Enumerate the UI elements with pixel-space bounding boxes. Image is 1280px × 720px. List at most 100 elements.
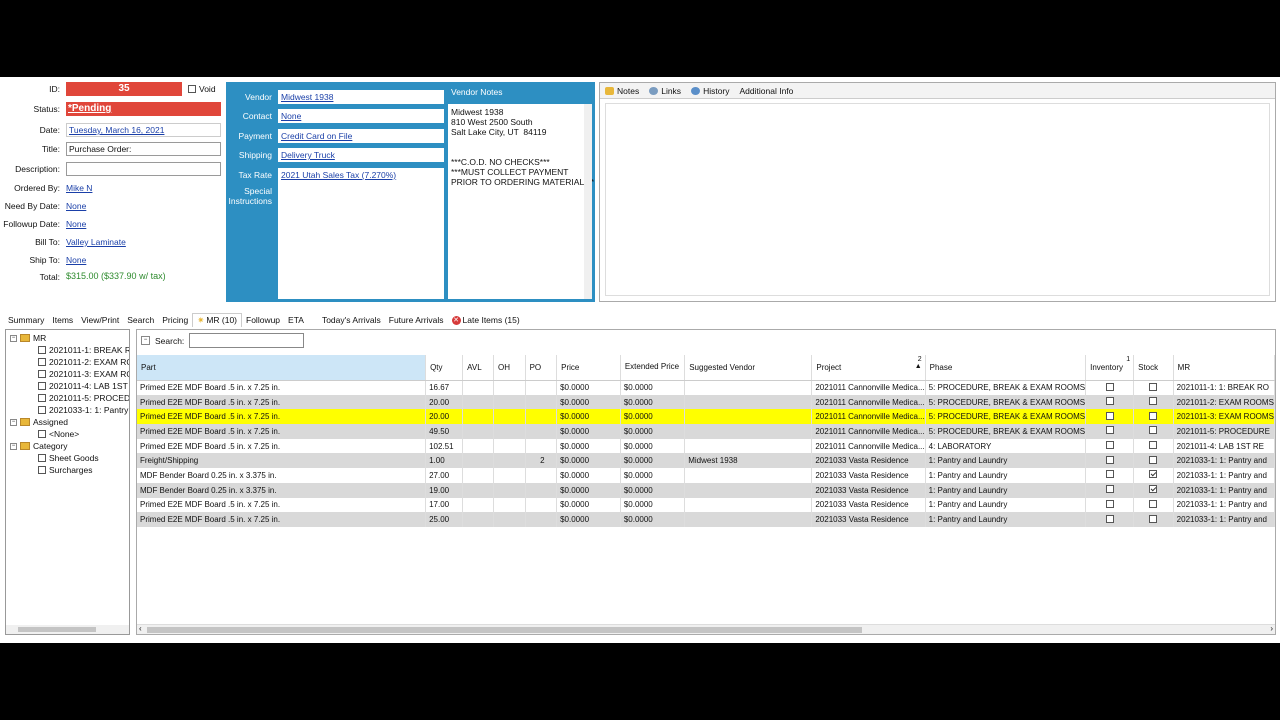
collapse-icon[interactable]: −	[10, 334, 17, 342]
cell-mr[interactable]: 2021011-5: PROCEDURE	[1173, 424, 1275, 439]
column-header-qty[interactable]: Qty	[425, 355, 464, 381]
stock-checkbox[interactable]	[1149, 411, 1158, 420]
column-header-po[interactable]: PO	[525, 355, 558, 381]
search-input[interactable]	[189, 333, 305, 348]
inventory-checkbox[interactable]	[1105, 470, 1114, 479]
collapse-icon[interactable]: −	[141, 336, 150, 345]
cell-mr[interactable]: 2021011-2: EXAM ROOMS	[1173, 394, 1275, 410]
tax-rate-link[interactable]: 2021 Utah Sales Tax (7.270%)	[281, 170, 396, 180]
cell-mr[interactable]: 2021011-3: EXAM ROOMS	[1173, 409, 1275, 425]
tab-view-print[interactable]: View/Print	[77, 313, 123, 327]
cell-project[interactable]: 2021011 Cannonville Medica...	[811, 394, 926, 410]
cell-phase[interactable]: 1: Pantry and Laundry	[925, 497, 1087, 513]
cell-extended-price[interactable]: $0.0000	[620, 453, 686, 469]
cell-extended-price[interactable]: $0.0000	[620, 394, 686, 410]
payment-link[interactable]: Credit Card on File	[281, 131, 352, 141]
table-row[interactable]: Primed E2E MDF Board .5 in. x 7.25 in. 16…	[137, 380, 1275, 395]
cell-avl[interactable]	[462, 394, 495, 410]
column-header-price[interactable]: Price	[556, 355, 621, 381]
cell-po[interactable]	[525, 512, 558, 527]
payment-field[interactable]: Credit Card on File	[278, 129, 444, 143]
need-by-link[interactable]: None	[66, 201, 86, 211]
stock-checkbox[interactable]	[1149, 514, 1158, 523]
cell-project[interactable]: 2021011 Cannonville Medica...	[811, 409, 926, 425]
cell-part[interactable]: Primed E2E MDF Board .5 in. x 7.25 in.	[137, 394, 427, 410]
tree-item-checkbox[interactable]	[38, 358, 46, 366]
stock-checkbox[interactable]	[1149, 470, 1158, 479]
notes-text-area[interactable]	[605, 103, 1270, 296]
vendor-notes-scrollbar[interactable]	[584, 104, 592, 299]
tab-history[interactable]: History	[691, 86, 730, 96]
inventory-checkbox[interactable]	[1105, 514, 1114, 523]
cell-po[interactable]	[525, 482, 558, 498]
cell-extended-price[interactable]: $0.0000	[620, 482, 686, 498]
cell-oh[interactable]	[493, 409, 526, 425]
cell-mr[interactable]: 2021011-4: LAB 1ST RE	[1173, 438, 1275, 454]
tab-summary[interactable]: Summary	[4, 313, 48, 327]
cell-qty[interactable]: 20.00	[425, 409, 464, 425]
table-row[interactable]: Primed E2E MDF Board .5 in. x 7.25 in. 25…	[137, 512, 1275, 527]
cell-mr[interactable]: 2021033-1: 1: Pantry and	[1173, 453, 1275, 469]
cell-qty[interactable]: 20.00	[425, 394, 464, 410]
description-field[interactable]	[66, 162, 221, 176]
cell-extended-price[interactable]: $0.0000	[620, 438, 686, 454]
inventory-checkbox[interactable]	[1105, 441, 1114, 450]
stock-checkbox[interactable]	[1149, 499, 1158, 508]
tree-item[interactable]: Surcharges	[38, 465, 92, 475]
shipping-field[interactable]: Delivery Truck	[278, 148, 444, 162]
tab-followup[interactable]: Followup	[242, 313, 284, 327]
inventory-checkbox[interactable]	[1105, 382, 1114, 391]
table-row[interactable]: MDF Bender Board 0.25 in. x 3.375 in. 27.…	[137, 468, 1275, 483]
cell-project[interactable]: 2021011 Cannonville Medica...	[811, 424, 926, 439]
table-row[interactable]: Primed E2E MDF Board .5 in. x 7.25 in. 20…	[137, 394, 1275, 410]
cell-phase[interactable]: 1: Pantry and Laundry	[925, 468, 1087, 483]
column-header-avl[interactable]: AVL	[462, 355, 495, 381]
ordered-by-link[interactable]: Mike N	[66, 183, 92, 193]
cell-po[interactable]	[525, 394, 558, 410]
cell-suggested-vendor[interactable]	[684, 409, 813, 425]
column-header-extended-price[interactable]: Extended Price	[620, 355, 686, 381]
contact-link[interactable]: None	[281, 111, 301, 121]
tree-item-checkbox[interactable]	[38, 430, 46, 438]
tab-pricing[interactable]: Pricing	[158, 313, 192, 327]
table-row[interactable]: Primed E2E MDF Board .5 in. x 7.25 in. 20…	[137, 409, 1275, 425]
cell-project[interactable]: 2021033 Vasta Residence	[811, 497, 926, 513]
column-header-part[interactable]: Part	[137, 355, 427, 381]
inventory-checkbox[interactable]	[1105, 455, 1114, 464]
cell-phase[interactable]: 5: PROCEDURE, BREAK & EXAM ROOMS	[925, 394, 1087, 410]
column-header-mr[interactable]: MR	[1173, 355, 1275, 381]
cell-suggested-vendor[interactable]: Midwest 1938	[684, 453, 813, 469]
scroll-left-icon[interactable]: ‹	[139, 624, 142, 633]
cell-part[interactable]: Primed E2E MDF Board .5 in. x 7.25 in.	[137, 409, 427, 425]
cell-qty[interactable]: 49.50	[425, 424, 464, 439]
date-link[interactable]: Tuesday, March 16, 2021	[69, 125, 164, 135]
cell-price[interactable]: $0.0000	[556, 438, 621, 454]
cell-phase[interactable]: 5: PROCEDURE, BREAK & EXAM ROOMS	[925, 424, 1087, 439]
cell-part[interactable]: Primed E2E MDF Board .5 in. x 7.25 in.	[137, 497, 427, 513]
cell-suggested-vendor[interactable]	[684, 380, 813, 395]
tree-item-checkbox[interactable]	[38, 394, 46, 402]
cell-avl[interactable]	[462, 468, 495, 483]
tab-items[interactable]: Items	[48, 313, 77, 327]
stock-checkbox[interactable]	[1149, 455, 1158, 464]
cell-qty[interactable]: 25.00	[425, 512, 464, 527]
cell-qty[interactable]: 27.00	[425, 468, 464, 483]
cell-part[interactable]: Primed E2E MDF Board .5 in. x 7.25 in.	[137, 424, 427, 439]
tree-item-checkbox[interactable]	[38, 454, 46, 462]
shipping-link[interactable]: Delivery Truck	[281, 150, 335, 160]
cell-avl[interactable]	[462, 409, 495, 425]
cell-oh[interactable]	[493, 482, 526, 498]
table-row[interactable]: Freight/Shipping 1.00 2 $0.0000 $0.0000 Midwe…	[137, 453, 1275, 469]
stock-checkbox[interactable]	[1149, 485, 1158, 494]
cell-part[interactable]: Freight/Shipping	[137, 453, 427, 469]
cell-project[interactable]: 2021033 Vasta Residence	[811, 453, 926, 469]
tab-mr[interactable]: ✷ MR (10)	[192, 313, 243, 327]
grid-horizontal-scrollbar[interactable]: ‹ ›	[137, 624, 1275, 634]
tree-horizontal-scrollbar[interactable]	[6, 625, 129, 634]
ship-to-link[interactable]: None	[66, 255, 86, 265]
cell-mr[interactable]: 2021033-1: 1: Pantry and	[1173, 497, 1275, 513]
cell-po[interactable]	[525, 409, 558, 425]
stock-checkbox[interactable]	[1149, 426, 1158, 435]
cell-suggested-vendor[interactable]	[684, 468, 813, 483]
cell-part[interactable]: MDF Bender Board 0.25 in. x 3.375 in.	[137, 468, 427, 483]
